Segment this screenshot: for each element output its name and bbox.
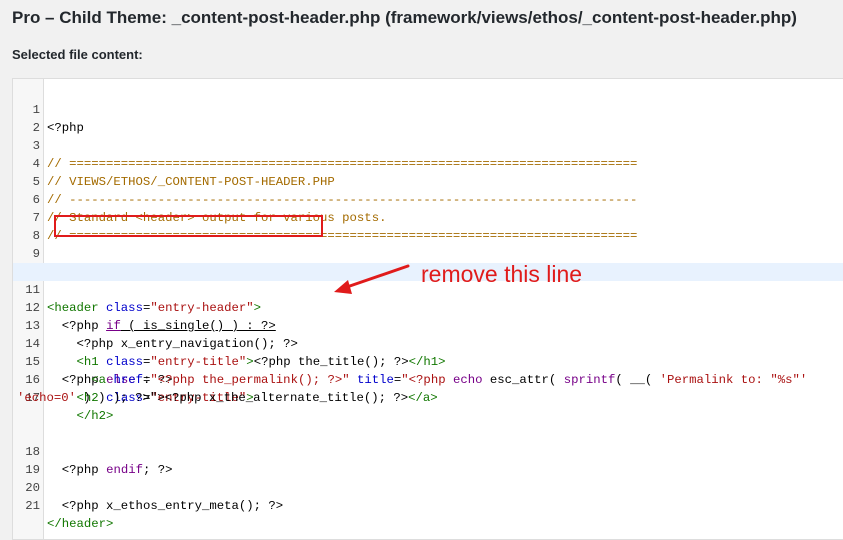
code-line[interactable]: 14 <h1 class="entry-title"><?php the_tit… (13, 317, 843, 369)
annotation-highlight-box (54, 215, 323, 237)
token: </h2> (76, 409, 114, 423)
token: href (113, 373, 143, 387)
code-line[interactable]: 21 </header> (13, 479, 843, 531)
token: ) ) ); ?>"> (76, 391, 165, 405)
token: esc_attr( (482, 373, 564, 387)
selected-file-label: Selected file content: (12, 47, 143, 62)
code-line[interactable]: 1 <?php (13, 83, 843, 135)
code-line[interactable]: 2 (13, 101, 843, 135)
page-title: Pro – Child Theme: _content-post-header.… (12, 8, 797, 27)
line-number: 21 (25, 499, 40, 513)
code-line[interactable]: 15 <?php else : ?> (13, 335, 843, 387)
code-line[interactable]: 16 <h2 class="entry-title"> (13, 353, 843, 405)
code-line[interactable]: 3 // ===================================… (13, 119, 843, 171)
code-line[interactable]: 18 <?php endif; ?> (13, 425, 843, 477)
token: title (357, 373, 394, 387)
code-line[interactable]: 17 <a href="<?php the_permalink(); ?>" t… (13, 371, 843, 425)
token: "<?php (401, 373, 446, 387)
line-text-wrap: </h2> (47, 407, 114, 425)
annotation-text: remove this line (421, 261, 583, 287)
token: sprintf (563, 373, 616, 387)
token: </a> (408, 391, 438, 405)
code-line[interactable]: 4 // VIEWS/ETHOS/_CONTENT-POST-HEADER.PH… (13, 137, 843, 189)
code-line[interactable]: 13 <?php x_entry_navigation(); ?> (13, 299, 843, 351)
code-line[interactable]: 19 (13, 443, 843, 477)
code-line[interactable]: 6 // Standard <header> output for variou… (13, 173, 843, 225)
token: echo (452, 373, 483, 387)
token: <a (91, 373, 107, 387)
code-line[interactable]: 20 <?php x_ethos_entry_meta(); ?> (13, 461, 843, 513)
line-text: </header> (47, 517, 114, 531)
token: 'Permalink to: "%s"' (659, 373, 808, 387)
token: 'echo=0' (17, 391, 77, 405)
annotation-arrow-icon (334, 264, 410, 294)
code-editor[interactable]: 1 <?php 2 3 // =========================… (12, 78, 843, 540)
code-area[interactable]: 1 <?php 2 3 // =========================… (13, 83, 843, 531)
token: <?php x_ethos_entry_meta(); ?> (61, 499, 284, 513)
code-line[interactable]: 5 // -----------------------------------… (13, 155, 843, 207)
code-line[interactable]: 7 // ===================================… (13, 191, 843, 243)
token: ( __( (615, 373, 660, 387)
line-text: <a href="<?php the_permalink(); ?>" titl… (47, 371, 843, 389)
line-text: <?php x_ethos_entry_meta(); ?> (47, 497, 843, 515)
token: "<?php the_permalink(); ?>" (150, 373, 350, 387)
line-text-wrap: 'echo=0' ) ) ); ?>"><?php x_the_alternat… (17, 389, 438, 407)
token: <?php x_the_alternate_title(); ?> (164, 391, 409, 405)
